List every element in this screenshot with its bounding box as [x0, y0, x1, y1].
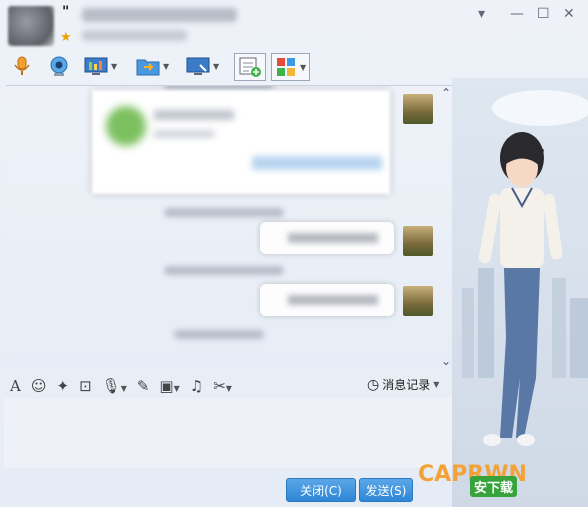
dropdown-menu-icon[interactable]: ▾ — [478, 6, 485, 22]
clock-icon: ◷ — [367, 376, 380, 393]
scissors-icon[interactable]: ✂▼ — [213, 377, 232, 395]
add-note-icon — [239, 57, 261, 77]
message-history-button[interactable]: ◷ 消息记录 ▼ — [367, 376, 439, 393]
input-toolbar: A ☺ ✦ ⊡ 🎙▼ ✎ ▣▼ ♫ ✂▼ — [10, 376, 232, 396]
remote-desktop-button[interactable]: ▼ — [186, 53, 219, 79]
maximize-icon[interactable]: ☐ — [537, 6, 550, 22]
avatar-show-panel — [452, 78, 588, 507]
message-bubble[interactable] — [260, 222, 394, 254]
file-transfer-icon — [136, 59, 160, 76]
add-note-button[interactable] — [234, 53, 266, 81]
emoji-icon[interactable]: ☺ — [31, 377, 47, 395]
chevron-down-icon[interactable]: ▼ — [300, 63, 306, 72]
chevron-down-icon[interactable]: ▼ — [163, 62, 169, 71]
video-call-button[interactable] — [48, 53, 70, 79]
music-icon[interactable]: ♫ — [190, 377, 203, 395]
user-avatar[interactable] — [403, 286, 433, 316]
scroll-down-icon[interactable]: ⌄ — [441, 354, 451, 368]
screen-share-button[interactable]: ▼ — [84, 53, 117, 79]
user-avatar[interactable] — [403, 94, 433, 124]
voice-call-button[interactable] — [12, 53, 32, 79]
chat-history[interactable]: ⌃ ⌄ — [4, 86, 452, 368]
image-icon[interactable]: ▣▼ — [159, 377, 179, 395]
apps-button[interactable]: ▼ — [271, 53, 311, 81]
timestamp-blurred — [164, 208, 284, 217]
scroll-up-icon[interactable]: ⌃ — [441, 86, 451, 100]
magic-icon[interactable]: ✦ — [56, 377, 69, 395]
close-icon[interactable]: ✕ — [563, 6, 575, 22]
apps-grid-icon — [277, 58, 295, 76]
timestamp-blurred — [174, 330, 264, 339]
chevron-down-icon: ▼ — [433, 380, 440, 389]
send-button[interactable]: 发送(S) — [359, 478, 413, 502]
timestamp-blurred — [164, 266, 284, 275]
contact-avatar[interactable] — [8, 6, 54, 46]
message-input[interactable] — [4, 398, 452, 468]
voice-icon[interactable]: 🎙▼ — [102, 377, 127, 395]
watermark-sub: 安下载 — [470, 476, 518, 497]
contact-name-quote: " — [62, 4, 70, 20]
chat-window: " ★ ▾ — ☐ ✕ ▼ ▼ ▼ ▼ ⌃ ⌄ A ☺ ✦ ⊡ 🎙▼ ✎ ▣▼ … — [0, 0, 588, 507]
screen-share-icon — [84, 57, 108, 75]
message-history-label: 消息记录 — [382, 378, 431, 392]
chevron-down-icon[interactable]: ▼ — [111, 62, 117, 71]
message-bubble[interactable] — [260, 284, 394, 316]
file-transfer-button[interactable]: ▼ — [136, 53, 169, 79]
microphone-icon — [14, 56, 30, 75]
star-icon: ★ — [60, 30, 72, 45]
chevron-down-icon[interactable]: ▼ — [213, 62, 219, 71]
user-avatar[interactable] — [403, 226, 433, 256]
edit-icon[interactable]: ✎ — [137, 377, 150, 395]
shared-card-message[interactable] — [92, 90, 390, 194]
close-button[interactable]: 关闭(C) — [286, 478, 356, 502]
font-icon[interactable]: A — [10, 377, 21, 395]
city-background-illustration — [462, 90, 588, 446]
video-icon — [50, 56, 68, 76]
screenshot-icon[interactable]: ⊡ — [79, 377, 92, 395]
contact-name-blurred — [82, 8, 237, 22]
minimize-icon[interactable]: — — [510, 6, 524, 22]
contact-signature-blurred — [82, 30, 187, 41]
remote-desktop-icon — [186, 57, 210, 75]
